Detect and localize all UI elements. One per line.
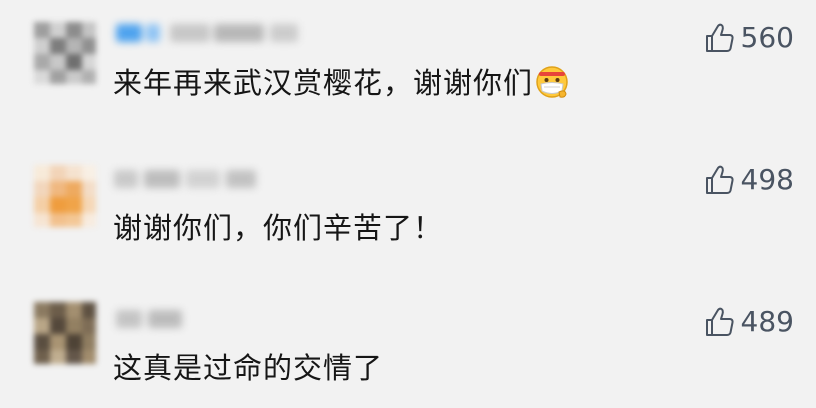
avatar[interactable]: [34, 302, 96, 364]
username[interactable]: [110, 166, 270, 192]
face-with-medical-mask-emoji: [535, 65, 569, 107]
comment-text-content: 来年再来武汉赏樱花，谢谢你们: [113, 66, 534, 100]
thumbs-up-icon: [705, 307, 734, 336]
comment-item: 来年再来武汉赏樱花，谢谢你们 560: [0, 0, 816, 130]
like-button[interactable]: 489: [704, 304, 794, 340]
username[interactable]: [110, 306, 200, 332]
like-count: 498: [740, 163, 794, 196]
like-count: 560: [740, 21, 794, 54]
avatar[interactable]: [34, 22, 96, 84]
comment-text: 这真是过命的交情了: [113, 350, 383, 386]
comment-item: 这真是过命的交情了 489: [0, 280, 816, 408]
like-button[interactable]: 498: [704, 162, 794, 198]
comment-text-content: 这真是过命的交情了: [113, 351, 384, 385]
thumbs-up-icon: [705, 165, 734, 194]
like-count: 489: [740, 305, 794, 338]
comment-item: 谢谢你们，你们辛苦了！ 498: [0, 140, 816, 270]
comment-text-content: 谢谢你们，你们辛苦了！: [113, 211, 444, 245]
like-button[interactable]: 560: [704, 20, 794, 56]
username[interactable]: [110, 20, 320, 46]
thumbs-up-icon: [705, 23, 734, 52]
avatar[interactable]: [34, 165, 96, 227]
comment-text: 谢谢你们，你们辛苦了！: [113, 210, 443, 246]
face-with-medical-mask-icon: [536, 66, 568, 98]
comment-text: 来年再来武汉赏樱花，谢谢你们: [113, 65, 569, 107]
